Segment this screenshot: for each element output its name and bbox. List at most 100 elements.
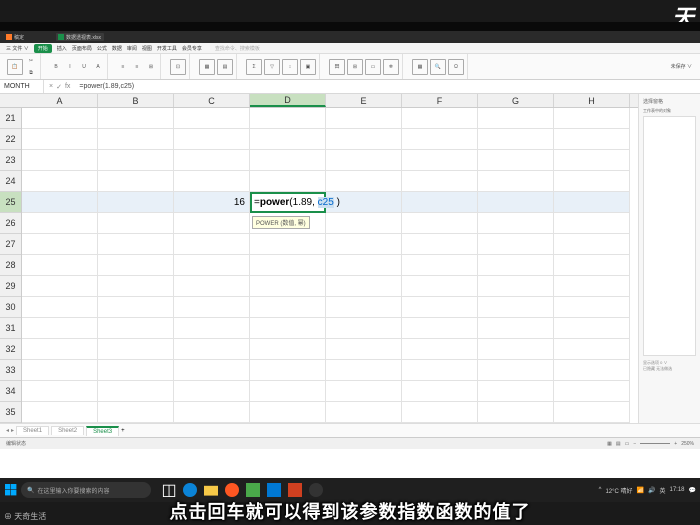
accept-formula-icon[interactable]: ✓ — [56, 83, 62, 91]
cell-B31[interactable] — [98, 318, 174, 339]
cond-format-icon[interactable]: ▦ — [199, 59, 215, 75]
col-header-C[interactable]: C — [174, 94, 250, 107]
table-tools-icon[interactable]: ▦ — [412, 59, 428, 75]
cell-H24[interactable] — [554, 171, 630, 192]
cell-C22[interactable] — [174, 129, 250, 150]
cell-D32[interactable] — [250, 339, 326, 360]
merge-icon[interactable]: ⊞ — [145, 61, 157, 73]
cut-icon[interactable]: ✂ — [25, 55, 37, 67]
cell-D22[interactable] — [250, 129, 326, 150]
cell-E32[interactable] — [326, 339, 402, 360]
sheet-nav-prev-icon[interactable]: ◂ — [6, 427, 9, 434]
col-header-E[interactable]: E — [326, 94, 402, 107]
cell-H29[interactable] — [554, 276, 630, 297]
zoom-slider[interactable] — [640, 443, 670, 444]
col-header-H[interactable]: H — [554, 94, 630, 107]
cell-E21[interactable] — [326, 108, 402, 129]
cell-H31[interactable] — [554, 318, 630, 339]
view-break-icon[interactable]: ▭ — [625, 441, 630, 447]
table-style-icon[interactable]: ▤ — [217, 59, 233, 75]
cell-G33[interactable] — [478, 360, 554, 381]
cell-icon[interactable]: 田 — [329, 59, 345, 75]
cell-H21[interactable] — [554, 108, 630, 129]
cell-B26[interactable] — [98, 213, 174, 234]
row-header-31[interactable]: 31 — [0, 318, 21, 339]
cancel-formula-icon[interactable]: × — [49, 83, 53, 90]
cell-A35[interactable] — [22, 402, 98, 423]
cell-D23[interactable] — [250, 150, 326, 171]
cell-B34[interactable] — [98, 381, 174, 402]
cell-B22[interactable] — [98, 129, 174, 150]
cell-E31[interactable] — [326, 318, 402, 339]
cell-G28[interactable] — [478, 255, 554, 276]
sort-icon[interactable]: ↕ — [282, 59, 298, 75]
cell-C32[interactable] — [174, 339, 250, 360]
sum-icon[interactable]: Σ — [246, 59, 262, 75]
cell-A26[interactable] — [22, 213, 98, 234]
menu-home[interactable]: 开始 — [34, 44, 52, 53]
cell-E30[interactable] — [326, 297, 402, 318]
row-header-22[interactable]: 22 — [0, 129, 21, 150]
cell-H32[interactable] — [554, 339, 630, 360]
add-sheet-icon[interactable]: + — [121, 428, 125, 434]
ribbon-save-status[interactable]: 未保存 ∨ — [667, 63, 696, 70]
cell-G21[interactable] — [478, 108, 554, 129]
cell-F21[interactable] — [402, 108, 478, 129]
cell-A32[interactable] — [22, 339, 98, 360]
sheet-tab-2[interactable]: Sheet2 — [51, 426, 84, 435]
cell-A25[interactable] — [22, 192, 98, 213]
cell-F24[interactable] — [402, 171, 478, 192]
cell-D28[interactable] — [250, 255, 326, 276]
col-header-B[interactable]: B — [98, 94, 174, 107]
menu-search-hint[interactable]: 查找命令、搜索模板 — [215, 45, 260, 52]
cell-C24[interactable] — [174, 171, 250, 192]
cell-D24[interactable] — [250, 171, 326, 192]
cell-F35[interactable] — [402, 402, 478, 423]
cell-G30[interactable] — [478, 297, 554, 318]
cell-H22[interactable] — [554, 129, 630, 150]
menu-insert[interactable]: 插入 — [57, 45, 67, 52]
view-normal-icon[interactable]: ▦ — [607, 441, 612, 447]
cell-A29[interactable] — [22, 276, 98, 297]
sheet-nav-next-icon[interactable]: ▸ — [11, 427, 14, 434]
row-header-34[interactable]: 34 — [0, 381, 21, 402]
cell-B24[interactable] — [98, 171, 174, 192]
menu-review[interactable]: 审阅 — [127, 45, 137, 52]
cell-H26[interactable] — [554, 213, 630, 234]
cell-F27[interactable] — [402, 234, 478, 255]
cell-G23[interactable] — [478, 150, 554, 171]
cell-G34[interactable] — [478, 381, 554, 402]
cell-G26[interactable] — [478, 213, 554, 234]
cell-G31[interactable] — [478, 318, 554, 339]
underline-icon[interactable]: U — [78, 61, 90, 73]
cell-E34[interactable] — [326, 381, 402, 402]
font-color-icon[interactable]: A — [92, 61, 104, 73]
bold-icon[interactable]: B — [50, 61, 62, 73]
cell-F32[interactable] — [402, 339, 478, 360]
ime-icon[interactable]: 英 — [659, 486, 665, 495]
cell-F26[interactable] — [402, 213, 478, 234]
row-header-35[interactable]: 35 — [0, 402, 21, 423]
file-tab-2[interactable]: 数据透视表.xlsx — [56, 33, 104, 41]
cell-G22[interactable] — [478, 129, 554, 150]
col-header-A[interactable]: A — [22, 94, 98, 107]
cell-H27[interactable] — [554, 234, 630, 255]
cell-G32[interactable] — [478, 339, 554, 360]
row-header-24[interactable]: 24 — [0, 171, 21, 192]
freeze-icon[interactable]: ❄ — [383, 59, 399, 75]
row-header-28[interactable]: 28 — [0, 255, 21, 276]
cell-C33[interactable] — [174, 360, 250, 381]
cell-F23[interactable] — [402, 150, 478, 171]
find-icon[interactable]: 🔍 — [430, 59, 446, 75]
cell-H25[interactable] — [554, 192, 630, 213]
symbol-icon[interactable]: Ω — [448, 59, 464, 75]
row-header-26[interactable]: 26 — [0, 213, 21, 234]
cell-H33[interactable] — [554, 360, 630, 381]
cell-E24[interactable] — [326, 171, 402, 192]
cell-E28[interactable] — [326, 255, 402, 276]
cell-C35[interactable] — [174, 402, 250, 423]
cell-A22[interactable] — [22, 129, 98, 150]
cell-D35[interactable] — [250, 402, 326, 423]
cell-E22[interactable] — [326, 129, 402, 150]
cell-E35[interactable] — [326, 402, 402, 423]
